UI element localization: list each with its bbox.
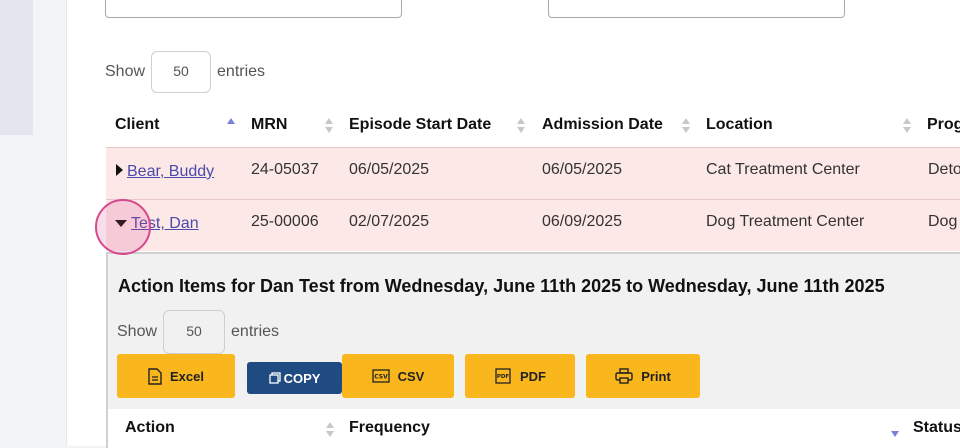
column-header-client[interactable]: Client [115, 116, 159, 134]
episode-start-cell: 06/05/2025 [349, 161, 430, 178]
print-button-label: Print [641, 368, 671, 384]
column-header-action[interactable]: Action [125, 419, 175, 437]
csv-button-label: CSV [397, 368, 425, 384]
click-highlight-marker [95, 199, 151, 255]
entries-label: entries [217, 63, 266, 80]
svg-text:CSV: CSV [374, 374, 388, 381]
program-cell: Dog [928, 213, 958, 230]
excel-button-label: Excel [170, 368, 204, 384]
client-link[interactable]: Bear, Buddy [127, 163, 214, 180]
sidebar-panel [0, 0, 33, 135]
csv-button[interactable]: CSV CSV [342, 354, 454, 398]
action-items-title: Action Items for Dan Test from Wednesday… [118, 276, 885, 296]
column-header-mrn[interactable]: MRN [251, 116, 287, 134]
show-label: Show [105, 63, 146, 80]
program-cell: Deto [928, 161, 960, 178]
copy-button-label: COPY [283, 370, 321, 386]
copy-icon [268, 372, 281, 384]
table-row: Bear, Buddy 24-05037 06/05/2025 06/05/20… [106, 147, 960, 199]
sort-icon-action [326, 422, 336, 440]
copy-button[interactable]: COPY [247, 362, 342, 394]
episode-start-cell: 02/07/2025 [349, 213, 430, 230]
pdf-icon: PDF [495, 368, 511, 384]
column-header-admission-date[interactable]: Admission Date [542, 116, 663, 134]
admission-date-cell: 06/09/2025 [542, 213, 623, 230]
csv-icon: CSV [371, 369, 390, 383]
column-header-location[interactable]: Location [706, 116, 773, 134]
excel-button[interactable]: Excel [117, 354, 235, 398]
sort-icon-episode-start-date [517, 118, 527, 136]
column-header-program[interactable]: Prog [927, 116, 960, 134]
table-row: Test, Dan 25-00006 02/07/2025 06/09/2025… [106, 199, 960, 251]
sort-icon-frequency [891, 422, 901, 440]
svg-text:PDF: PDF [497, 374, 510, 380]
detail-table-length: Show 50 entries [117, 310, 279, 354]
location-cell: Dog Treatment Center [706, 213, 865, 230]
column-header-frequency[interactable]: Frequency [349, 419, 430, 437]
page-length-select[interactable]: 50 [151, 51, 212, 93]
admission-date-cell: 06/05/2025 [542, 161, 623, 178]
action-items-table-header: Action Frequency Status [108, 409, 960, 448]
client-name-cell: Bear, Buddy [127, 163, 214, 181]
action-items-panel: Action Items for Dan Test from Wednesday… [106, 252, 960, 448]
pdf-button-label: PDF [520, 368, 546, 384]
mrn-cell: 24-05037 [251, 161, 319, 178]
filter-input-left[interactable] [105, 0, 402, 18]
pdf-button[interactable]: PDF PDF [465, 354, 575, 398]
file-icon [148, 367, 162, 385]
sort-icon-mrn [325, 118, 335, 136]
show-label: Show [117, 323, 158, 340]
filter-input-right[interactable] [548, 0, 845, 18]
sort-icon-location [903, 118, 913, 136]
sort-icon-client [227, 118, 237, 136]
mrn-cell: 25-00006 [251, 213, 319, 230]
page-length-select[interactable]: 50 [163, 310, 226, 354]
column-header-episode-start-date[interactable]: Episode Start Date [349, 116, 491, 134]
printer-icon [615, 368, 633, 384]
sort-icon-admission-date [682, 118, 692, 136]
entries-label: entries [231, 323, 280, 340]
expand-row-icon[interactable] [116, 164, 123, 176]
location-cell: Cat Treatment Center [706, 161, 860, 178]
print-button[interactable]: Print [586, 354, 700, 398]
column-header-status[interactable]: Status [913, 419, 960, 437]
main-table-length: Show 50 entries [105, 51, 265, 93]
